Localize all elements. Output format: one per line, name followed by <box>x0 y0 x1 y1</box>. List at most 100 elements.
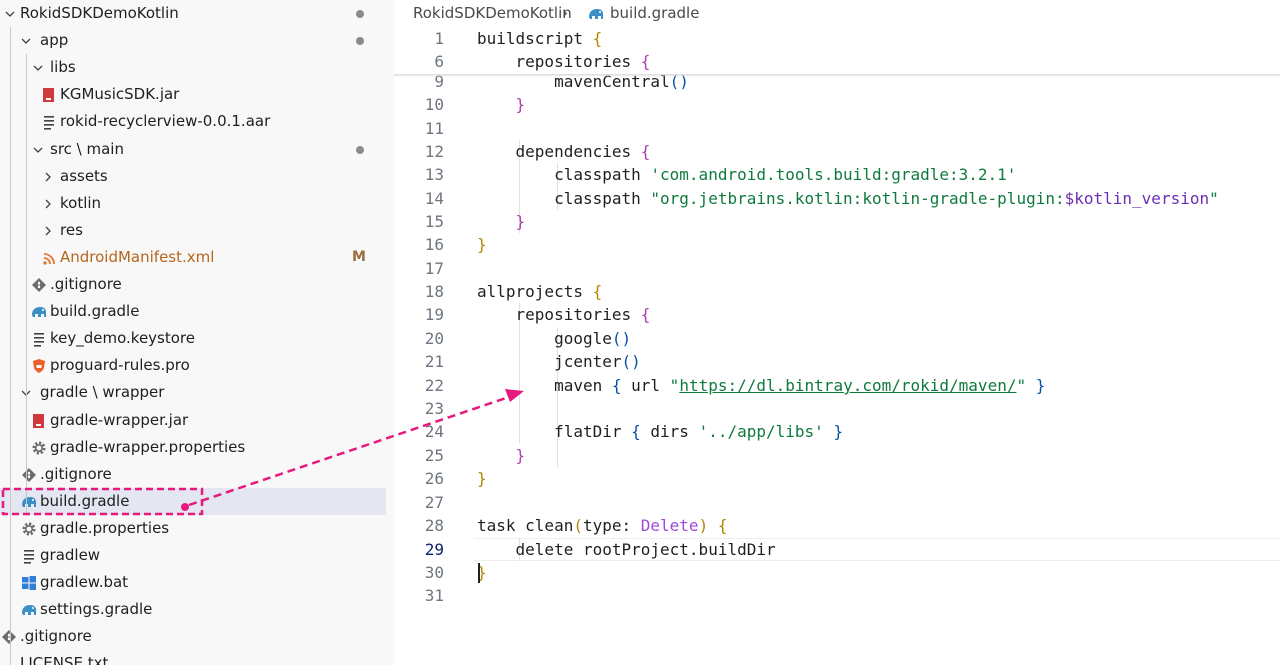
code-text: } <box>477 444 526 467</box>
code-line[interactable]: 17 <box>394 257 1280 280</box>
explorer-item-androidmanifest-xml[interactable]: AndroidManifest.xml M <box>0 244 386 271</box>
code-token: { <box>611 376 622 395</box>
explorer-item-label: app <box>40 31 69 50</box>
code-line[interactable]: 10 } <box>394 93 1280 116</box>
explorer-item-kgmusicsdk-jar[interactable]: KGMusicSDK.jar <box>0 81 386 108</box>
code-line[interactable]: 29 delete rootProject.buildDir <box>394 538 1280 561</box>
code-token: } <box>477 469 487 488</box>
tree-indent-guide <box>10 27 11 665</box>
explorer-item-rokidsdkdemokotlin[interactable]: RokidSDKDemoKotlin <box>0 0 386 27</box>
sticky-scroll-line[interactable]: 1 buildscript { <box>394 27 1280 50</box>
git-icon <box>0 628 18 646</box>
explorer-item-gradlew[interactable]: gradlew <box>0 542 386 569</box>
explorer-item-kotlin[interactable]: kotlin <box>0 190 386 217</box>
code-line[interactable]: 21 jcenter() <box>394 350 1280 373</box>
code-line[interactable]: 22 maven { url "https://dl.bintray.com/r… <box>394 374 1280 397</box>
explorer-item-gradle-wrapper-properties[interactable]: gradle-wrapper.properties <box>0 434 386 461</box>
code-line[interactable]: 30} <box>394 561 1280 584</box>
code-token: classpath <box>477 165 651 184</box>
explorer-item-label: settings.gradle <box>40 600 153 619</box>
code-text: task clean(type: Delete) { <box>477 514 727 537</box>
explorer-item-label: LICENSE.txt <box>20 654 109 665</box>
explorer-item-label: gradlew <box>40 546 101 564</box>
code-token: { <box>640 52 651 71</box>
explorer-item-gradle-wrapper[interactable]: gradle \ wrapper <box>0 379 386 406</box>
explorer-item-build-gradle[interactable]: build.gradle <box>0 298 386 325</box>
jar-file-icon <box>30 412 48 430</box>
gradle-elephant-icon <box>20 493 38 511</box>
explorer-item-build-gradle[interactable]: build.gradle <box>0 487 386 515</box>
gradle-elephant-icon <box>20 601 38 619</box>
explorer-item-gitignore[interactable]: .gitignore <box>0 461 386 488</box>
chevron-down-icon[interactable] <box>32 136 44 163</box>
code-token: repositories <box>477 305 641 324</box>
explorer-item-gradle-properties[interactable]: gradle.properties <box>0 515 386 542</box>
line-number: 1 <box>434 29 444 48</box>
explorer-item-label: RokidSDKDemoKotlin <box>20 4 179 22</box>
code-line[interactable]: 11 <box>394 117 1280 140</box>
code-token: ( <box>573 516 583 535</box>
code-token: { <box>592 282 603 301</box>
rss-icon <box>40 249 58 267</box>
code-line[interactable]: 19 repositories { <box>394 303 1280 326</box>
chevron-down-icon[interactable] <box>4 0 16 27</box>
chevron-down-icon[interactable] <box>32 54 44 81</box>
code-line[interactable]: 13 classpath 'com.android.tools.build:gr… <box>394 163 1280 186</box>
code-editor[interactable]: RokidSDKDemoKotlin › build.gradle 1 build… <box>394 0 1280 665</box>
chevron-right-icon[interactable] <box>42 163 54 190</box>
explorer-item-gradlew-bat[interactable]: gradlew.bat <box>0 569 386 596</box>
breadcrumb-project[interactable]: RokidSDKDemoKotlin <box>413 0 572 27</box>
code-line[interactable]: 26} <box>394 467 1280 490</box>
code-token: repositories <box>477 52 641 71</box>
gear-icon <box>20 520 38 538</box>
line-number: 31 <box>424 586 444 605</box>
explorer-item-gitignore[interactable]: .gitignore <box>0 623 386 650</box>
gradle-elephant-icon <box>587 5 605 23</box>
line-number: 29 <box>424 540 444 559</box>
code-token: } <box>515 212 526 231</box>
explorer-item-label: assets <box>60 166 108 185</box>
code-line[interactable]: 31 <box>394 584 1280 607</box>
text-file-icon <box>40 113 58 131</box>
code-line[interactable]: 14 classpath "org.jetbrains.kotlin:kotli… <box>394 187 1280 210</box>
explorer-item-app[interactable]: app <box>0 27 386 54</box>
explorer-item-label: gradlew.bat <box>40 573 129 592</box>
code-line[interactable]: 20 google() <box>394 327 1280 350</box>
code-token: } <box>515 446 526 465</box>
explorer-item-settings-gradle[interactable]: settings.gradle <box>0 596 386 623</box>
code-line[interactable]: 12 dependencies { <box>394 140 1280 163</box>
code-line[interactable]: 28 task clean(type: Delete) { <box>394 514 1280 537</box>
explorer-item-gitignore[interactable]: .gitignore <box>0 271 386 298</box>
explorer-item-assets[interactable]: assets <box>0 163 386 190</box>
code-token: https://dl.bintray.com/rokid/maven/ <box>679 376 1017 395</box>
code-text: classpath "org.jetbrains.kotlin:kotlin-g… <box>477 187 1219 210</box>
code-line[interactable]: 25 } <box>394 444 1280 467</box>
explorer-item-src-main[interactable]: src \ main <box>0 136 386 163</box>
explorer-item-rokid-recyclerview-0-0-1-aar[interactable]: rokid-recyclerview-0.0.1.aar <box>0 108 386 135</box>
explorer-item-proguard-rules-pro[interactable]: proguard-rules.pro <box>0 352 386 379</box>
breadcrumb-file[interactable]: build.gradle <box>610 0 699 27</box>
explorer-item-label: gradle-wrapper.jar <box>50 410 189 429</box>
code-line[interactable]: 24 flatDir { dirs '../app/libs' } <box>394 420 1280 443</box>
code-line[interactable]: 23 <box>394 397 1280 420</box>
explorer-item-key-demo-keystore[interactable]: key_demo.keystore <box>0 325 386 352</box>
chevron-down-icon[interactable] <box>20 27 32 54</box>
code-line[interactable]: 18 allprojects { <box>394 280 1280 303</box>
explorer-item-gradle-wrapper-jar[interactable]: gradle-wrapper.jar <box>0 407 386 434</box>
line-number: 12 <box>424 142 444 161</box>
code-token: } <box>477 235 487 254</box>
file-explorer: RokidSDKDemoKotlin app libs KGMusicSDK.jar r… <box>0 0 386 665</box>
line-number: 16 <box>424 235 444 254</box>
code-line[interactable]: 15 } <box>394 210 1280 233</box>
code-line[interactable]: 27 <box>394 491 1280 514</box>
code-token: () <box>621 352 641 371</box>
code-token: } <box>515 95 526 114</box>
explorer-item-res[interactable]: res <box>0 217 386 244</box>
explorer-item-libs[interactable]: libs <box>0 54 386 81</box>
chevron-right-icon[interactable] <box>42 217 54 244</box>
explorer-item-license-txt[interactable]: LICENSE.txt <box>0 650 386 665</box>
chevron-right-icon[interactable] <box>42 190 54 217</box>
code-line[interactable]: 16} <box>394 233 1280 256</box>
git-icon <box>30 276 48 294</box>
